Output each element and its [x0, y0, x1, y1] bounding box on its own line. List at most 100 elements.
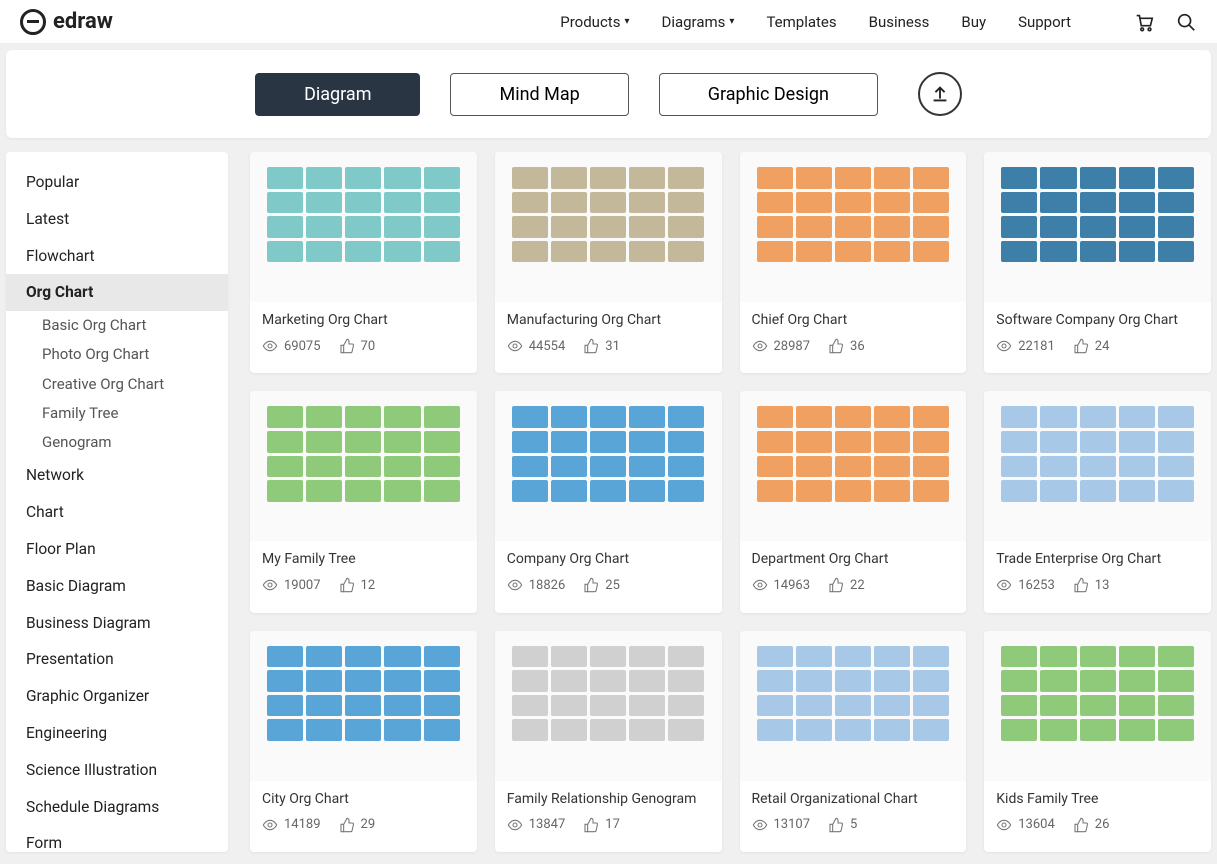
sidebar-item-business-diagram[interactable]: Business Diagram — [6, 605, 228, 642]
search-icon[interactable] — [1175, 11, 1197, 33]
upload-button[interactable] — [918, 72, 962, 116]
likes-count: 24 — [1095, 339, 1110, 354]
chevron-down-icon: ▾ — [624, 16, 629, 27]
views-icon — [507, 577, 523, 593]
views-count: 13847 — [529, 817, 566, 832]
sidebar-item-network[interactable]: Network — [6, 457, 228, 494]
views-icon — [262, 338, 278, 354]
nav-products[interactable]: Products▾ — [560, 13, 629, 31]
cart-icon[interactable] — [1133, 11, 1155, 33]
views-count: 22181 — [1018, 339, 1055, 354]
card-thumbnail — [740, 631, 967, 781]
template-card[interactable]: Company Org Chart 18826 25 — [495, 391, 722, 612]
card-stats: 13107 5 — [752, 817, 955, 833]
views-count: 18826 — [529, 578, 566, 593]
card-thumbnail — [250, 152, 477, 302]
likes-count: 22 — [850, 578, 865, 593]
likes-icon — [828, 577, 844, 593]
likes-count: 70 — [361, 339, 376, 354]
likes-icon — [583, 577, 599, 593]
views-count: 44554 — [529, 339, 566, 354]
likes-icon — [828, 338, 844, 354]
template-card[interactable]: Family Relationship Genogram 13847 17 — [495, 631, 722, 852]
logo[interactable]: edraw — [20, 9, 113, 35]
tab-graphic-design[interactable]: Graphic Design — [659, 73, 878, 116]
card-stats: 14963 22 — [752, 577, 955, 593]
main-nav: Products▾ Diagrams▾ Templates Business B… — [560, 11, 1197, 33]
card-title: Manufacturing Org Chart — [507, 312, 710, 328]
nav-templates[interactable]: Templates — [766, 13, 836, 31]
views-count: 14963 — [774, 578, 811, 593]
likes-icon — [339, 577, 355, 593]
template-card[interactable]: Chief Org Chart 28987 36 — [740, 152, 967, 373]
sidebar-item-flowchart[interactable]: Flowchart — [6, 238, 228, 275]
sidebar-sub-creative-org-chart[interactable]: Creative Org Chart — [6, 370, 228, 399]
card-title: Family Relationship Genogram — [507, 791, 710, 807]
likes-icon — [339, 817, 355, 833]
card-title: Company Org Chart — [507, 551, 710, 567]
card-title: Trade Enterprise Org Chart — [996, 551, 1199, 567]
sidebar-item-graphic-organizer[interactable]: Graphic Organizer — [6, 678, 228, 715]
template-card[interactable]: Software Company Org Chart 22181 24 — [984, 152, 1211, 373]
sidebar-sub-family-tree[interactable]: Family Tree — [6, 399, 228, 428]
views-icon — [996, 338, 1012, 354]
likes-count: 31 — [605, 339, 620, 354]
card-title: My Family Tree — [262, 551, 465, 567]
template-card[interactable]: Marketing Org Chart 69075 70 — [250, 152, 477, 373]
card-thumbnail — [740, 152, 967, 302]
views-count: 16253 — [1018, 578, 1055, 593]
card-stats: 13847 17 — [507, 817, 710, 833]
card-thumbnail — [740, 391, 967, 541]
sidebar-sub-photo-org-chart[interactable]: Photo Org Chart — [6, 340, 228, 369]
card-stats: 16253 13 — [996, 577, 1199, 593]
card-title: Retail Organizational Chart — [752, 791, 955, 807]
sidebar-item-latest[interactable]: Latest — [6, 201, 228, 238]
nav-buy[interactable]: Buy — [961, 13, 986, 31]
sidebar-item-science-illustration[interactable]: Science Illustration — [6, 752, 228, 789]
likes-count: 25 — [605, 578, 620, 593]
views-icon — [752, 577, 768, 593]
card-thumbnail — [250, 631, 477, 781]
sidebar-item-schedule-diagrams[interactable]: Schedule Diagrams — [6, 789, 228, 826]
views-icon — [262, 577, 278, 593]
sidebar-item-form[interactable]: Form — [6, 825, 228, 852]
template-card[interactable]: Retail Organizational Chart 13107 5 — [740, 631, 967, 852]
sidebar-item-chart[interactable]: Chart — [6, 494, 228, 531]
sidebar-item-presentation[interactable]: Presentation — [6, 641, 228, 678]
nav-business[interactable]: Business — [869, 13, 930, 31]
card-title: Marketing Org Chart — [262, 312, 465, 328]
likes-icon — [583, 338, 599, 354]
template-card[interactable]: City Org Chart 14189 29 — [250, 631, 477, 852]
tab-mindmap[interactable]: Mind Map — [450, 73, 628, 116]
card-title: Kids Family Tree — [996, 791, 1199, 807]
likes-count: 12 — [361, 578, 376, 593]
likes-icon — [583, 817, 599, 833]
brand-text: edraw — [53, 9, 113, 34]
sidebar-sub-genogram[interactable]: Genogram — [6, 428, 228, 457]
views-icon — [262, 817, 278, 833]
sidebar-sub-basic-org-chart[interactable]: Basic Org Chart — [6, 311, 228, 340]
tab-diagram[interactable]: Diagram — [255, 73, 420, 116]
template-card[interactable]: Trade Enterprise Org Chart 16253 13 — [984, 391, 1211, 612]
sidebar-item-popular[interactable]: Popular — [6, 164, 228, 201]
logo-icon — [20, 9, 46, 35]
template-card[interactable]: Kids Family Tree 13604 26 — [984, 631, 1211, 852]
sidebar-item-basic-diagram[interactable]: Basic Diagram — [6, 568, 228, 605]
nav-diagrams[interactable]: Diagrams▾ — [661, 13, 734, 31]
sidebar-item-floor-plan[interactable]: Floor Plan — [6, 531, 228, 568]
views-count: 19007 — [284, 578, 321, 593]
card-thumbnail — [250, 391, 477, 541]
card-stats: 44554 31 — [507, 338, 710, 354]
sidebar-item-org-chart[interactable]: Org Chart — [6, 274, 228, 311]
header: edraw Products▾ Diagrams▾ Templates Busi… — [0, 0, 1217, 44]
views-count: 13604 — [1018, 817, 1055, 832]
template-card[interactable]: Manufacturing Org Chart 44554 31 — [495, 152, 722, 373]
template-card[interactable]: Department Org Chart 14963 22 — [740, 391, 967, 612]
card-title: Department Org Chart — [752, 551, 955, 567]
chevron-down-icon: ▾ — [729, 16, 734, 27]
nav-support[interactable]: Support — [1018, 13, 1071, 31]
sidebar-item-engineering[interactable]: Engineering — [6, 715, 228, 752]
views-icon — [996, 577, 1012, 593]
template-card[interactable]: My Family Tree 19007 12 — [250, 391, 477, 612]
likes-icon — [1073, 338, 1089, 354]
